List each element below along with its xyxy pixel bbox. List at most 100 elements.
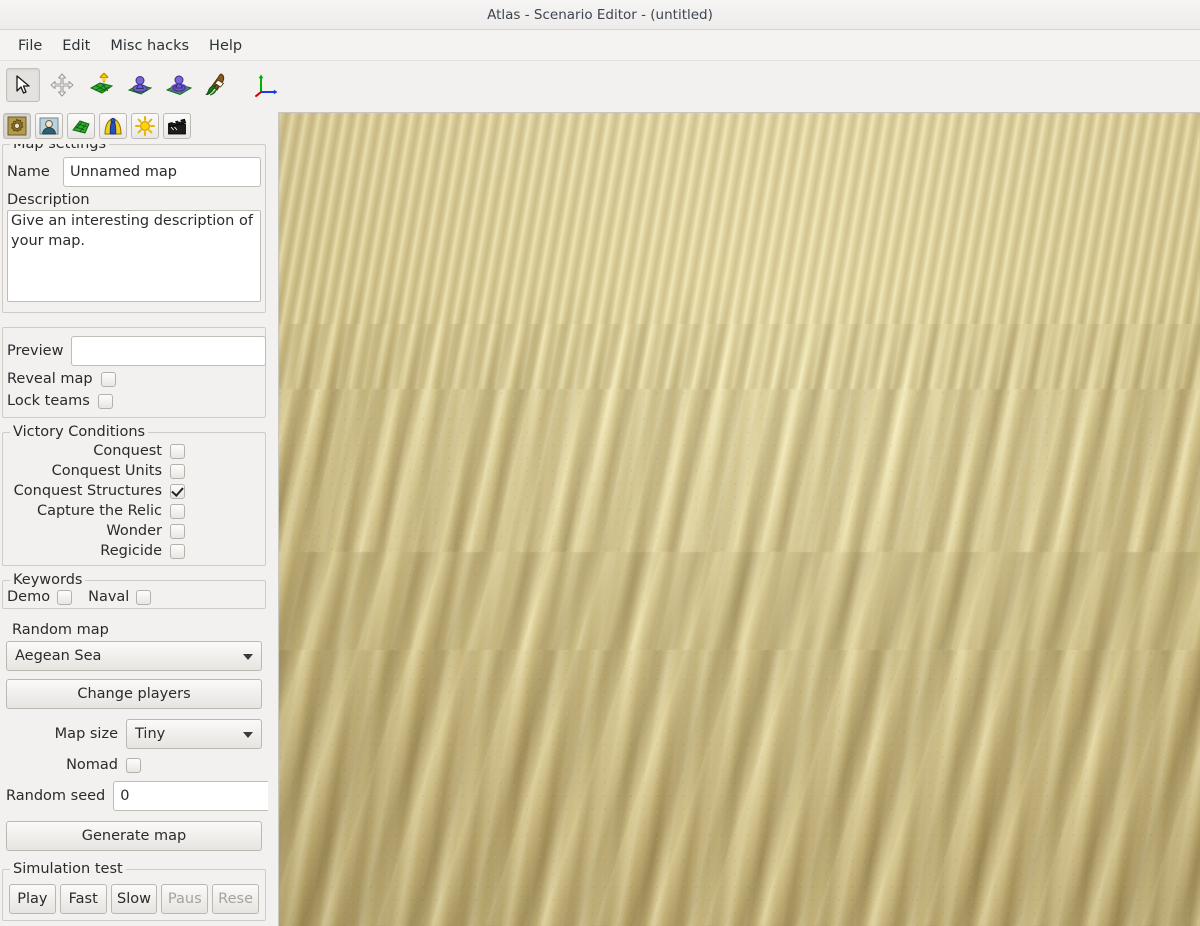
simulation-test-buttons: Play Fast Slow Paus Rese xyxy=(7,880,261,914)
random-map-script-value: Aegean Sea xyxy=(15,648,102,664)
random-map-script-row: Aegean Sea xyxy=(6,641,262,671)
victory-conquest-label: Conquest xyxy=(93,443,162,459)
cinema-icon xyxy=(167,116,187,136)
map-description-textarea[interactable] xyxy=(7,210,261,302)
editor-tabbar xyxy=(0,110,270,142)
victory-regicide-checkbox[interactable] xyxy=(170,543,185,559)
map-size-combo[interactable]: Tiny xyxy=(126,719,262,749)
transform-object-icon xyxy=(166,72,192,98)
simulation-test-group: Simulation test Play Fast Slow Paus Rese xyxy=(2,861,266,921)
sim-play-button[interactable]: Play xyxy=(9,884,56,914)
atlas-scenario-editor-window: Atlas - Scenario Editor - (untitled) Fil… xyxy=(0,0,1200,926)
main-toolbar xyxy=(0,62,1200,108)
place-object-icon xyxy=(127,72,153,98)
victory-capture-the-relic-label: Capture the Relic xyxy=(36,503,162,519)
victory-conquest-units-checkbox[interactable] xyxy=(170,463,185,479)
simulation-test-group-title: Simulation test xyxy=(10,861,126,877)
victory-conquest-structures[interactable]: Conquest Structures xyxy=(7,483,185,499)
keywords-row: Demo Naval xyxy=(7,589,261,605)
menubar: File Edit Misc hacks Help xyxy=(0,31,1200,61)
axis-gizmo-icon xyxy=(254,72,280,98)
keywords-group-title: Keywords xyxy=(10,572,86,588)
map-name-input[interactable] xyxy=(63,157,261,187)
nomad-label: Nomad xyxy=(66,757,118,773)
sun-icon xyxy=(135,116,155,136)
tab-map-settings[interactable] xyxy=(3,113,31,139)
tool-axis-gizmo[interactable] xyxy=(250,68,284,102)
tool-place-object[interactable] xyxy=(123,68,157,102)
victory-wonder[interactable]: Wonder xyxy=(7,523,185,539)
preview-row: Preview xyxy=(7,336,267,366)
move-arrows-icon xyxy=(50,73,74,97)
chevron-down-icon xyxy=(243,654,253,660)
terrain-raise-icon xyxy=(88,72,114,98)
sim-slow-button[interactable]: Slow xyxy=(110,884,158,914)
victory-capture-the-relic[interactable]: Capture the Relic xyxy=(7,503,185,519)
victory-capture-the-relic-checkbox[interactable] xyxy=(170,503,185,519)
random-map-script-combo[interactable]: Aegean Sea xyxy=(6,641,262,671)
menu-help[interactable]: Help xyxy=(199,35,252,57)
keyword-naval-label: Naval xyxy=(88,589,130,605)
victory-conditions-group: Victory Conditions Conquest Conquest Uni… xyxy=(2,424,266,566)
sim-pause-button[interactable]: Paus xyxy=(161,884,209,914)
victory-conquest[interactable]: Conquest xyxy=(7,443,185,459)
keyword-demo-label: Demo xyxy=(7,589,51,605)
tool-terrain-raise[interactable] xyxy=(84,68,118,102)
preview-input[interactable] xyxy=(71,336,267,366)
gear-map-icon xyxy=(7,116,27,136)
keyword-demo-checkbox[interactable] xyxy=(57,589,73,605)
victory-conquest-structures-label: Conquest Structures xyxy=(13,483,162,499)
map-name-label: Name xyxy=(7,164,50,180)
sim-reset-button[interactable]: Rese xyxy=(212,884,259,914)
lock-teams-checkbox[interactable] xyxy=(97,393,113,409)
preview-label: Preview xyxy=(7,343,64,359)
tool-paint-terrain[interactable] xyxy=(201,68,235,102)
sim-fast-button[interactable]: Fast xyxy=(59,884,107,914)
reveal-map-checkbox[interactable] xyxy=(100,371,116,387)
menu-misc-hacks[interactable]: Misc hacks xyxy=(100,35,199,57)
victory-regicide-label: Regicide xyxy=(100,543,162,559)
terrain-icon xyxy=(71,116,91,136)
player-icon xyxy=(39,116,59,136)
reveal-map-label: Reveal map xyxy=(7,371,93,387)
tool-move[interactable] xyxy=(45,68,79,102)
tab-environment[interactable] xyxy=(131,113,159,139)
victory-conquest-checkbox[interactable] xyxy=(170,443,185,459)
victory-regicide[interactable]: Regicide xyxy=(7,543,185,559)
random-map-group-title: Random map xyxy=(9,622,112,638)
tab-players[interactable] xyxy=(35,113,63,139)
menu-file[interactable]: File xyxy=(8,35,52,57)
tool-transform-object[interactable] xyxy=(162,68,196,102)
select-arrow-icon xyxy=(12,74,34,96)
map-description-label: Description xyxy=(7,192,90,208)
keyword-naval-checkbox[interactable] xyxy=(136,589,152,605)
random-seed-input[interactable] xyxy=(113,781,268,811)
tool-select[interactable] xyxy=(6,68,40,102)
victory-conquest-structures-checkbox[interactable] xyxy=(170,483,185,499)
lock-teams-row[interactable]: Lock teams xyxy=(7,393,261,409)
generate-map-button[interactable]: Generate map xyxy=(6,821,262,851)
lock-teams-label: Lock teams xyxy=(7,393,90,409)
tab-terrain[interactable] xyxy=(67,113,95,139)
keywords-group: Keywords Demo Naval xyxy=(2,572,266,609)
victory-wonder-checkbox[interactable] xyxy=(170,523,185,539)
object-icon xyxy=(103,116,123,136)
random-map-group: Random map Aegean Sea Change players Map… xyxy=(2,622,268,857)
tab-objects[interactable] xyxy=(99,113,127,139)
change-players-button[interactable]: Change players xyxy=(6,679,262,709)
menu-edit[interactable]: Edit xyxy=(52,35,100,57)
map-name-row: Name xyxy=(7,157,261,187)
sand-terrain-shading xyxy=(279,113,1200,926)
3d-map-viewport[interactable] xyxy=(278,112,1200,926)
tab-cinematics[interactable] xyxy=(163,113,191,139)
preview-group: Preview Reveal map Lock teams xyxy=(2,327,267,418)
random-seed-label: Random seed xyxy=(6,788,106,804)
victory-conditions-group-title: Victory Conditions xyxy=(10,424,149,440)
map-settings-sidepanel: Map settings Name Description Preview Re… xyxy=(0,144,268,926)
nomad-row[interactable]: Nomad xyxy=(6,757,262,773)
random-seed-row: Random seed R xyxy=(6,781,268,811)
victory-conquest-units[interactable]: Conquest Units xyxy=(7,463,185,479)
reveal-map-row[interactable]: Reveal map xyxy=(7,371,261,387)
map-size-label: Map size xyxy=(54,726,118,742)
nomad-checkbox[interactable] xyxy=(126,757,141,773)
